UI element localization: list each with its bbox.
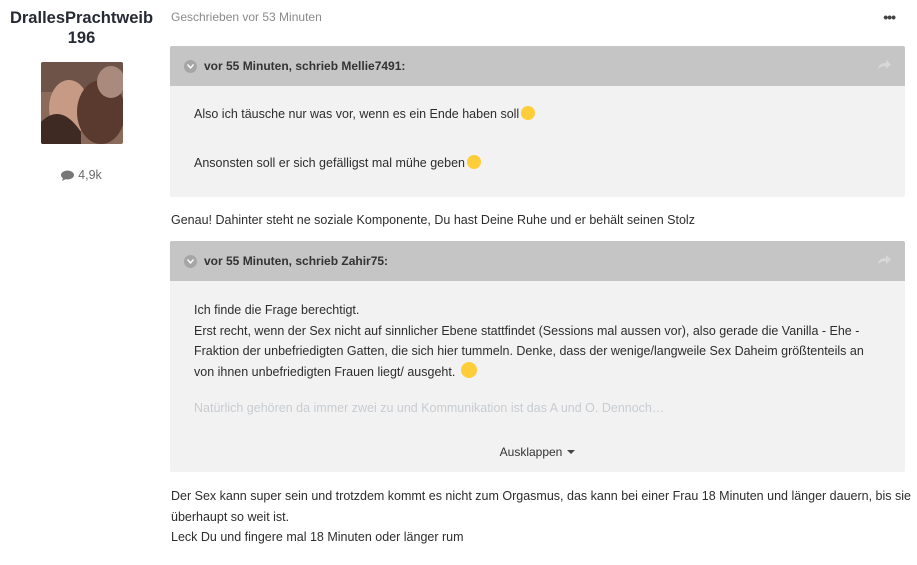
quote-line: Ansonsten soll er sich gefälligst mal mü… bbox=[194, 153, 881, 174]
post-count: 4,9k bbox=[0, 168, 163, 182]
quote-header-1: vor 55 Minuten, schrieb Mellie7491: bbox=[170, 46, 905, 86]
sweat-smile-emoji-icon bbox=[521, 106, 536, 120]
comment-icon bbox=[61, 170, 75, 181]
reply-text-2: Der Sex kann super sein und trotzdem kom… bbox=[171, 489, 911, 544]
post-count-value: 4,9k bbox=[78, 168, 102, 182]
quote-block-1: vor 55 Minuten, schrieb Mellie7491: Also… bbox=[170, 46, 905, 197]
avatar[interactable] bbox=[40, 62, 123, 144]
quote-line: Ich finde die Frage berechtigt. bbox=[194, 303, 360, 317]
author-panel: DrallesPrachtweib196 4,9k bbox=[0, 8, 163, 182]
share-icon[interactable] bbox=[878, 254, 891, 265]
quote-line: Also ich täusche nur was vor, wenn es ei… bbox=[194, 104, 881, 125]
share-icon[interactable] bbox=[878, 59, 891, 70]
caret-down-icon bbox=[567, 450, 576, 454]
quote-author-2[interactable]: vor 55 Minuten, schrieb Zahir75: bbox=[204, 254, 388, 268]
sweat-smile-emoji-icon bbox=[466, 154, 481, 169]
quote-line: Fraktion der unbefriedigten Gatten, die … bbox=[194, 344, 864, 358]
quote-author-1[interactable]: vor 55 Minuten, schrieb Mellie7491: bbox=[204, 59, 405, 73]
post-timestamp: Geschrieben vor 53 Minuten bbox=[171, 10, 322, 24]
quote-block-2: vor 55 Minuten, schrieb Zahir75: Ich fin… bbox=[170, 241, 905, 472]
quote-line: Erst recht, wenn der Sex nicht auf sinnl… bbox=[194, 323, 860, 338]
chevron-down-icon[interactable] bbox=[184, 59, 197, 73]
quote-line: von ihnen unbefriedigten Frauen liegt/ a… bbox=[194, 361, 881, 383]
drooling-emoji-icon bbox=[460, 361, 477, 378]
author-name[interactable]: DrallesPrachtweib196 bbox=[0, 8, 163, 48]
quote-faded-line: Natürlich gehören da immer zwei zu und K… bbox=[194, 401, 665, 415]
quote-header-2: vor 55 Minuten, schrieb Zahir75: bbox=[170, 241, 905, 281]
more-options-icon[interactable]: ••• bbox=[883, 9, 896, 25]
expand-button[interactable]: Ausklappen bbox=[170, 445, 905, 459]
reply-text-1: Genau! Dahinter steht ne soziale Kompone… bbox=[171, 213, 695, 227]
chevron-down-icon[interactable] bbox=[184, 254, 197, 268]
